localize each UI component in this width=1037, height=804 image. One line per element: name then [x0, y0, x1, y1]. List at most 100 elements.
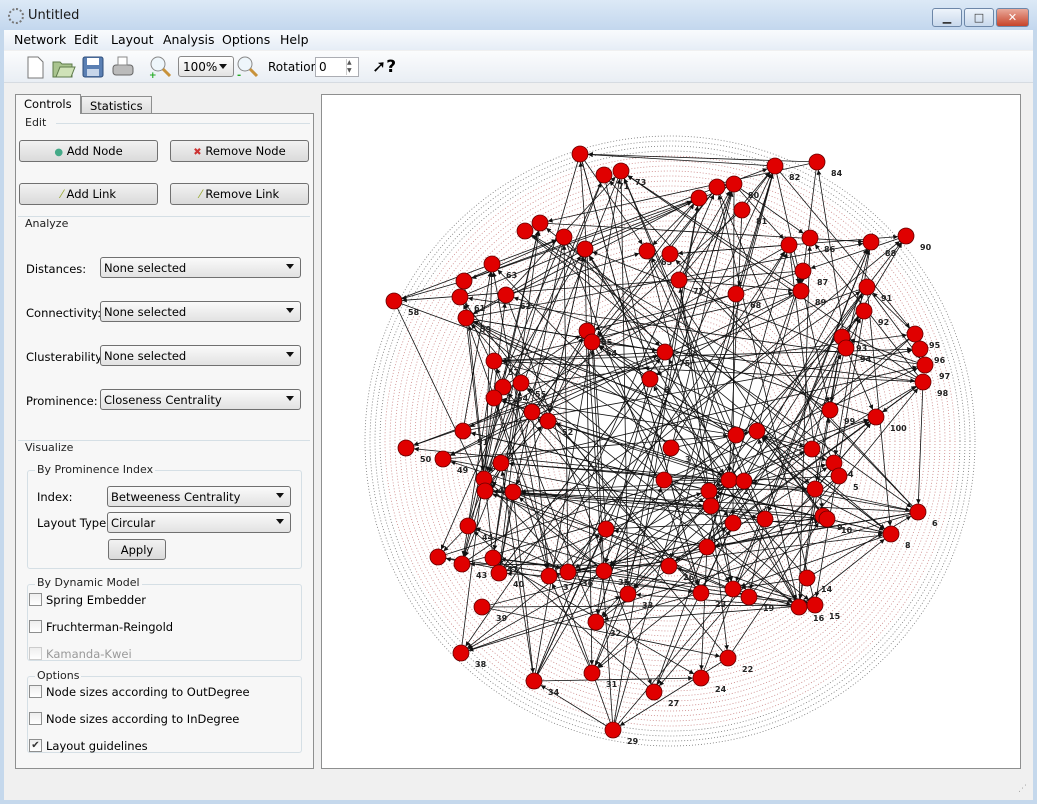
graph-node[interactable] [571, 145, 589, 163]
minimize-button[interactable]: ▁ [932, 8, 962, 27]
graph-node[interactable] [720, 471, 738, 489]
graph-node[interactable] [452, 644, 470, 662]
fruchterman-reingold-checkbox[interactable] [29, 620, 42, 633]
graph-node[interactable] [803, 440, 821, 458]
graph-node[interactable] [434, 450, 452, 468]
whats-this-help-icon[interactable]: ➚? [372, 57, 396, 77]
graph-node[interactable] [429, 548, 447, 566]
graph-node[interactable] [867, 408, 885, 426]
spin-arrows-icon[interactable]: ▲ ▼ [346, 59, 357, 75]
graph-node[interactable] [473, 598, 491, 616]
graph-node[interactable] [837, 339, 855, 357]
graph-node[interactable] [708, 178, 726, 196]
graph-node[interactable] [740, 588, 758, 606]
graph-node[interactable] [662, 439, 680, 457]
graph-node[interactable] [645, 683, 663, 701]
graph-node[interactable] [453, 555, 471, 573]
graph-node[interactable] [531, 214, 549, 232]
graph-node[interactable] [911, 340, 929, 358]
outdegree-size-checkbox[interactable] [29, 685, 42, 698]
print-icon[interactable] [110, 54, 136, 80]
menu-analysis[interactable]: Analysis [163, 32, 215, 47]
graph-node[interactable] [619, 585, 637, 603]
graph-node[interactable] [512, 374, 530, 392]
graph-node[interactable] [397, 439, 415, 457]
graph-node[interactable] [727, 285, 745, 303]
distances-dropdown[interactable]: None selected [100, 257, 301, 278]
graph-node[interactable] [523, 403, 541, 421]
connectivity-dropdown[interactable]: None selected [100, 301, 301, 322]
graph-node[interactable] [792, 282, 810, 300]
graph-node[interactable] [583, 333, 601, 351]
graph-node[interactable] [660, 557, 678, 575]
graph-node[interactable] [612, 162, 630, 180]
graph-node[interactable] [595, 562, 613, 580]
close-button[interactable]: ✕ [996, 8, 1029, 27]
graph-node[interactable] [485, 352, 503, 370]
graph-node[interactable] [801, 229, 819, 247]
graph-node[interactable] [483, 255, 501, 273]
graph-node[interactable] [766, 157, 784, 175]
graph-node[interactable] [725, 175, 743, 193]
apply-button[interactable]: Apply [108, 539, 166, 560]
graph-node[interactable] [583, 664, 601, 682]
menu-options[interactable]: Options [222, 32, 270, 47]
graph-node[interactable] [724, 514, 742, 532]
graph-node[interactable] [641, 370, 659, 388]
graph-node[interactable] [504, 483, 522, 501]
tab-controls[interactable]: Controls [15, 94, 81, 114]
graph-node[interactable] [858, 278, 876, 296]
graph-node[interactable] [808, 153, 826, 171]
menu-network[interactable]: Network [14, 32, 66, 47]
resize-grip-icon[interactable]: ⋰ [1018, 784, 1027, 794]
graph-node[interactable] [525, 672, 543, 690]
graph-node[interactable] [692, 584, 710, 602]
graph-node[interactable] [798, 569, 816, 587]
graph-node[interactable] [492, 454, 510, 472]
menu-layout[interactable]: Layout [111, 32, 154, 47]
graph-node[interactable] [882, 525, 900, 543]
graph-node[interactable] [451, 288, 469, 306]
index-dropdown[interactable]: Betweeness Centrality [107, 486, 291, 507]
graph-node[interactable] [906, 325, 924, 343]
graph-node[interactable] [476, 482, 494, 500]
graph-node[interactable] [539, 412, 557, 430]
graph-node[interactable] [821, 401, 839, 419]
graph-node[interactable] [806, 596, 824, 614]
indegree-size-checkbox[interactable] [29, 712, 42, 725]
graph-node[interactable] [909, 503, 927, 521]
graph-node[interactable] [540, 567, 558, 585]
graph-node[interactable] [559, 563, 577, 581]
network-graph[interactable]: 7173808182846665776361625958856475668868… [322, 95, 1022, 770]
menu-help[interactable]: Help [280, 32, 309, 47]
graph-node[interactable] [806, 480, 824, 498]
graph-node[interactable] [698, 538, 716, 556]
graph-node[interactable] [733, 201, 751, 219]
graph-node[interactable] [497, 286, 515, 304]
graph-node[interactable] [385, 292, 403, 310]
graph-node[interactable] [459, 517, 477, 535]
graph-node[interactable] [724, 580, 742, 598]
clusterability-dropdown[interactable]: None selected [100, 345, 301, 366]
zoom-out-icon[interactable]: - [234, 54, 260, 80]
graph-node[interactable] [756, 510, 774, 528]
add-link-button[interactable]: ⁄ Add Link [19, 183, 158, 205]
graph-node[interactable] [897, 227, 915, 245]
graph-node[interactable] [576, 240, 594, 258]
graph-node[interactable] [670, 271, 688, 289]
remove-node-button[interactable]: ✖ Remove Node [170, 140, 309, 162]
graph-node[interactable] [454, 422, 472, 440]
new-file-icon[interactable] [22, 54, 48, 80]
add-node-button[interactable]: ● Add Node [19, 140, 158, 162]
graph-node[interactable] [735, 472, 753, 490]
graph-node[interactable] [597, 520, 615, 538]
graph-node[interactable] [484, 549, 502, 567]
graph-node[interactable] [604, 721, 622, 739]
graph-node[interactable] [692, 669, 710, 687]
graph-node[interactable] [555, 228, 573, 246]
graph-node[interactable] [727, 426, 745, 444]
graph-node[interactable] [690, 189, 708, 207]
graph-node[interactable] [457, 309, 475, 327]
graph-node[interactable] [655, 471, 673, 489]
graph-node[interactable] [855, 302, 873, 320]
